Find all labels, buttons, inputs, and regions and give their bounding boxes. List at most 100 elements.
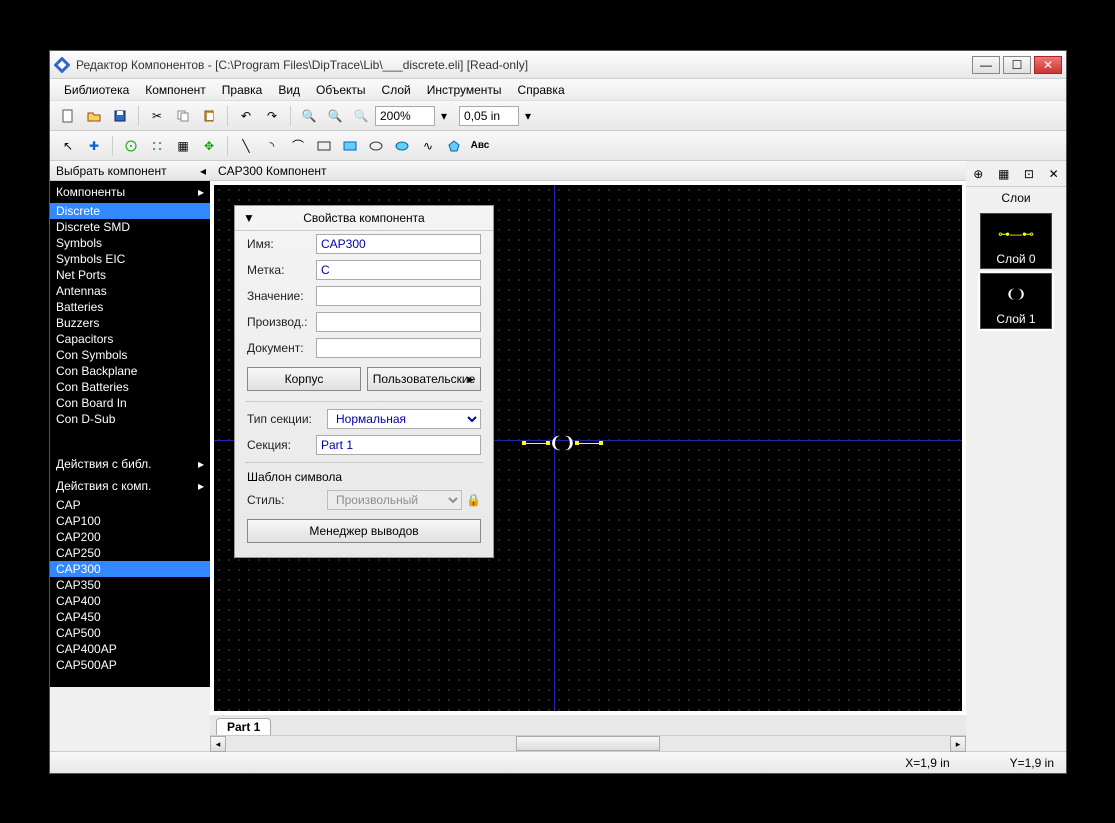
close-panel-icon[interactable]: ✕	[1049, 167, 1059, 181]
rect-fill-icon[interactable]	[338, 134, 362, 158]
tab-part1[interactable]: Part 1	[216, 718, 271, 735]
collapse-icon[interactable]: ▼	[243, 211, 255, 225]
cross-icon[interactable]: ✚	[82, 134, 106, 158]
select-component-header[interactable]: Выбрать компонент◂	[50, 161, 210, 181]
section-input[interactable]	[316, 435, 481, 455]
component-list[interactable]: CAPCAP100CAP200CAP250CAP300CAP350CAP400C…	[50, 497, 210, 687]
polygon-icon[interactable]	[442, 134, 466, 158]
lib-item[interactable]: Net Ports	[50, 267, 210, 283]
content-area: CAP300 Компонент ❨❩ ▼ Свойства компонент…	[210, 161, 966, 751]
lib-item[interactable]: Con Board In	[50, 395, 210, 411]
new-icon[interactable]	[56, 104, 80, 128]
lib-item[interactable]: Con Symbols	[50, 347, 210, 363]
comp-item[interactable]: CAP400	[50, 593, 210, 609]
comp-item[interactable]: CAP450	[50, 609, 210, 625]
comp-item[interactable]: CAP200	[50, 529, 210, 545]
pin-single-icon[interactable]	[119, 134, 143, 158]
value-input[interactable]	[316, 286, 481, 306]
lib-actions-header[interactable]: Действия с библ.▸	[50, 453, 210, 475]
cut-icon[interactable]: ✂	[145, 104, 169, 128]
menu-Правка[interactable]: Правка	[214, 81, 271, 99]
mfr-input[interactable]	[316, 312, 481, 332]
section-type-select[interactable]: Нормальная	[327, 409, 481, 429]
menu-Слой[interactable]: Слой	[374, 81, 419, 99]
menu-Вид[interactable]: Вид	[270, 81, 308, 99]
menu-Объекты[interactable]: Объекты	[308, 81, 374, 99]
paste-icon[interactable]	[197, 104, 221, 128]
canvas[interactable]: ❨❩ ▼ Свойства компонента Имя: Метка: Зна…	[214, 185, 962, 711]
tab-bar: Part 1	[210, 715, 966, 735]
undo-icon[interactable]: ↶	[234, 104, 258, 128]
rect-icon[interactable]	[312, 134, 336, 158]
zoom-out-icon[interactable]: 🔍	[323, 104, 347, 128]
comp-item[interactable]: CAP500AP	[50, 657, 210, 673]
menu-Компонент[interactable]: Компонент	[137, 81, 214, 99]
arc-icon[interactable]: ◝	[260, 134, 284, 158]
layer-thumb[interactable]: ⊶—⊷Слой 0	[980, 213, 1052, 269]
save-icon[interactable]	[108, 104, 132, 128]
comp-item[interactable]: CAP	[50, 497, 210, 513]
menu-Справка[interactable]: Справка	[510, 81, 573, 99]
copy-icon[interactable]	[171, 104, 195, 128]
comp-item[interactable]: CAP350	[50, 577, 210, 593]
polyline-icon[interactable]: ∿	[416, 134, 440, 158]
statusbar: X=1,9 in Y=1,9 in	[50, 751, 1066, 773]
move-icon[interactable]: ✥	[197, 134, 221, 158]
lib-item[interactable]: Discrete SMD	[50, 219, 210, 235]
comp-item[interactable]: CAP100	[50, 513, 210, 529]
layer-thumb[interactable]: ❨❩Слой 1	[980, 273, 1052, 329]
open-icon[interactable]	[82, 104, 106, 128]
maximize-button[interactable]: ☐	[1003, 56, 1031, 74]
lib-item[interactable]: Antennas	[50, 283, 210, 299]
pin-manager-button[interactable]: Менеджер выводов	[247, 519, 481, 543]
horizontal-scrollbar[interactable]: ◂▸	[210, 735, 966, 751]
pan-icon[interactable]: ⊕	[973, 167, 983, 181]
pointer-icon[interactable]: ↖	[56, 134, 80, 158]
pin-multi-icon[interactable]	[145, 134, 169, 158]
capacitor-symbol[interactable]: ❨❩	[524, 433, 601, 453]
mark-input[interactable]	[316, 260, 481, 280]
pattern-button[interactable]: Корпус	[247, 367, 361, 391]
comp-item[interactable]: CAP250	[50, 545, 210, 561]
user-button[interactable]: Пользовательские▸	[367, 367, 481, 391]
arc2-icon[interactable]: ⌒	[286, 134, 310, 158]
lib-item[interactable]: Discrete	[50, 203, 210, 219]
pin-grid-icon[interactable]: ▦	[171, 134, 195, 158]
comp-actions-header[interactable]: Действия с комп.▸	[50, 475, 210, 497]
zoom-fit-icon[interactable]: 🔍	[349, 104, 373, 128]
redo-icon[interactable]: ↷	[260, 104, 284, 128]
lib-item[interactable]: Batteries	[50, 299, 210, 315]
lib-item[interactable]: Buzzers	[50, 315, 210, 331]
lib-item[interactable]: Capacitors	[50, 331, 210, 347]
lib-item[interactable]: Con Batteries	[50, 379, 210, 395]
line-icon[interactable]: ╲	[234, 134, 258, 158]
comp-item[interactable]: CAP300	[50, 561, 210, 577]
library-list[interactable]: DiscreteDiscrete SMDSymbolsSymbols EICNe…	[50, 203, 210, 453]
text-icon[interactable]: Авс	[468, 134, 492, 158]
lib-item[interactable]: Symbols EIC	[50, 251, 210, 267]
components-header[interactable]: Компоненты▸	[50, 181, 210, 203]
status-x: X=1,9 in	[905, 756, 949, 770]
name-input[interactable]	[316, 234, 481, 254]
app-logo-icon	[54, 57, 70, 73]
lib-item[interactable]: Con D-Sub	[50, 411, 210, 427]
grid-input[interactable]	[459, 106, 519, 126]
ellipse-icon[interactable]	[364, 134, 388, 158]
menu-Инструменты[interactable]: Инструменты	[419, 81, 510, 99]
minimize-button[interactable]: —	[972, 56, 1000, 74]
content-header: CAP300 Компонент	[210, 161, 966, 181]
snap-icon[interactable]: ⊡	[1024, 167, 1034, 181]
zoom-input[interactable]	[375, 106, 435, 126]
doc-input[interactable]	[316, 338, 481, 358]
properties-panel[interactable]: ▼ Свойства компонента Имя: Метка: Значен…	[234, 205, 494, 558]
menubar: БиблиотекаКомпонентПравкаВидОбъектыСлойИ…	[50, 79, 1066, 101]
comp-item[interactable]: CAP400AP	[50, 641, 210, 657]
lib-item[interactable]: Symbols	[50, 235, 210, 251]
lib-item[interactable]: Con Backplane	[50, 363, 210, 379]
grid-icon[interactable]: ▦	[998, 167, 1009, 181]
zoom-in-icon[interactable]: 🔍	[297, 104, 321, 128]
comp-item[interactable]: CAP500	[50, 625, 210, 641]
ellipse-fill-icon[interactable]	[390, 134, 414, 158]
menu-Библиотека[interactable]: Библиотека	[56, 81, 137, 99]
close-button[interactable]: ✕	[1034, 56, 1062, 74]
